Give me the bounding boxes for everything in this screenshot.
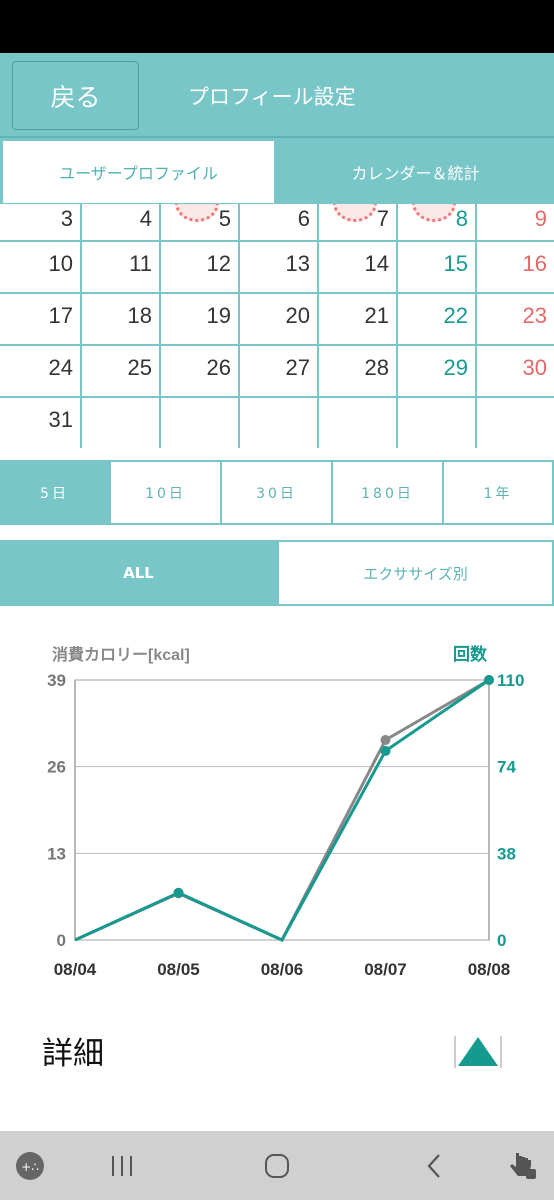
system-nav-bar: +∴: [0, 1131, 554, 1200]
data-point: [484, 675, 494, 685]
x-tick-label: 08/06: [261, 960, 304, 979]
calendar-day-cell[interactable]: [161, 398, 238, 448]
page-title: プロフィール設定: [188, 85, 356, 109]
header: 戻る プロフィール設定: [0, 53, 554, 138]
data-point: [380, 745, 391, 756]
x-tick-label: 08/04: [54, 960, 97, 979]
calendar-day-cell[interactable]: [240, 398, 317, 448]
collapse-up-icon[interactable]: [452, 1032, 504, 1072]
right-tick-label: 110: [497, 671, 524, 690]
calendar-day-cell[interactable]: 7: [319, 204, 396, 240]
calendar-day-cell[interactable]: 5: [161, 204, 238, 240]
period-1-year-button[interactable]: 1年: [444, 462, 552, 523]
calendar-day-cell[interactable]: 31: [0, 398, 80, 448]
calendar-day-cell[interactable]: 16: [477, 242, 554, 292]
left-tick-label: 39: [47, 671, 66, 690]
period-180-days-button[interactable]: 180日: [333, 462, 442, 523]
mode-all-button[interactable]: ALL: [0, 542, 277, 604]
calendar-grid: 3 4 5 6 7 8 9 10 11 12 13 14 15 16 17 18 19 20 21 22 23 24 25 2…: [0, 204, 554, 448]
calendar-day-cell[interactable]: 23: [477, 294, 554, 344]
calendar-day-cell[interactable]: 11: [82, 242, 159, 292]
calendar-day-cell[interactable]: [477, 398, 554, 448]
data-point: [380, 735, 391, 745]
calendar-day-cell[interactable]: 25: [82, 346, 159, 396]
data-point: [173, 887, 184, 898]
right-tick-label: 74: [497, 758, 516, 777]
calendar-day-cell[interactable]: 19: [161, 294, 238, 344]
calendar-day-cell[interactable]: 20: [240, 294, 317, 344]
calendar-day-cell[interactable]: [319, 398, 396, 448]
completion-stamp-icon: [333, 204, 377, 222]
series-line-2: [74, 678, 490, 942]
calendar-day-cell[interactable]: 4: [82, 204, 159, 240]
left-tick-label: 0: [57, 931, 66, 950]
left-tick-label: 26: [47, 758, 66, 777]
home-icon[interactable]: [255, 1131, 299, 1200]
calendar-day-cell[interactable]: 24: [0, 346, 80, 396]
period-selector: 5日 10日 30日 180日 1年: [0, 460, 554, 525]
right-tick-label: 0: [497, 931, 506, 950]
series-line-1: [74, 678, 490, 942]
calendar-day-cell[interactable]: 9: [477, 204, 554, 240]
right-tick-label: 38: [497, 844, 516, 863]
game-launcher-icon[interactable]: +∴: [10, 1131, 50, 1200]
calendar-day-cell[interactable]: 26: [161, 346, 238, 396]
calendar-day-cell[interactable]: 14: [319, 242, 396, 292]
touch-lock-icon[interactable]: [500, 1131, 544, 1200]
tab-calendar-stats[interactable]: カレンダー＆統計: [277, 140, 554, 204]
back-button[interactable]: 戻る: [12, 61, 139, 130]
period-10-days-button[interactable]: 10日: [111, 462, 220, 523]
left-tick-label: 13: [47, 844, 66, 863]
back-nav-icon[interactable]: [412, 1131, 456, 1200]
tab-user-profile[interactable]: ユーザープロファイル: [2, 140, 275, 204]
calendar-day-cell[interactable]: 22: [398, 294, 475, 344]
calendar-day-cell[interactable]: 15: [398, 242, 475, 292]
calendar-day-cell[interactable]: 28: [319, 346, 396, 396]
svg-text:+∴: +∴: [21, 1160, 39, 1174]
x-tick-label: 08/08: [468, 960, 511, 979]
calendar-day-cell[interactable]: 6: [240, 204, 317, 240]
calendar-day-cell[interactable]: 12: [161, 242, 238, 292]
plot-frame: [74, 679, 490, 941]
calendar-day-cell[interactable]: 21: [319, 294, 396, 344]
x-tick-label: 08/05: [157, 960, 200, 979]
status-bar: [0, 0, 554, 53]
calendar-day-cell[interactable]: [82, 398, 159, 448]
calendar-day-cell[interactable]: 13: [240, 242, 317, 292]
calendar-day-cell[interactable]: 3: [0, 204, 80, 240]
left-axis-label: 消費カロリー[kcal]: [52, 645, 190, 664]
recent-apps-icon[interactable]: [100, 1131, 144, 1200]
period-5-days-button[interactable]: 5日: [0, 462, 109, 523]
calendar-day-cell[interactable]: 18: [82, 294, 159, 344]
period-30-days-button[interactable]: 30日: [222, 462, 331, 523]
x-tick-label: 08/07: [364, 960, 407, 979]
calendar-day-cell[interactable]: 29: [398, 346, 475, 396]
right-axis-label: 回数: [453, 644, 488, 664]
completion-stamp-icon: [175, 204, 219, 222]
completion-stamp-icon: [412, 204, 456, 222]
tab-bar: ユーザープロファイル カレンダー＆統計: [0, 138, 554, 204]
calendar-day-cell[interactable]: 27: [240, 346, 317, 396]
calendar-day-cell[interactable]: 10: [0, 242, 80, 292]
calorie-chart: 消費カロリー[kcal] 回数 0 0 13 38 26 74 39 110 08/04 08/0…: [47, 644, 524, 979]
calendar-day-cell[interactable]: 17: [0, 294, 80, 344]
calendar-day-cell[interactable]: 8: [398, 204, 475, 240]
mode-selector: ALL エクササイズ別: [0, 540, 554, 606]
calendar-day-cell[interactable]: 30: [477, 346, 554, 396]
detail-heading: 詳細: [42, 1036, 104, 1072]
calendar-day-cell[interactable]: [398, 398, 475, 448]
mode-by-exercise-button[interactable]: エクササイズ別: [279, 542, 552, 604]
